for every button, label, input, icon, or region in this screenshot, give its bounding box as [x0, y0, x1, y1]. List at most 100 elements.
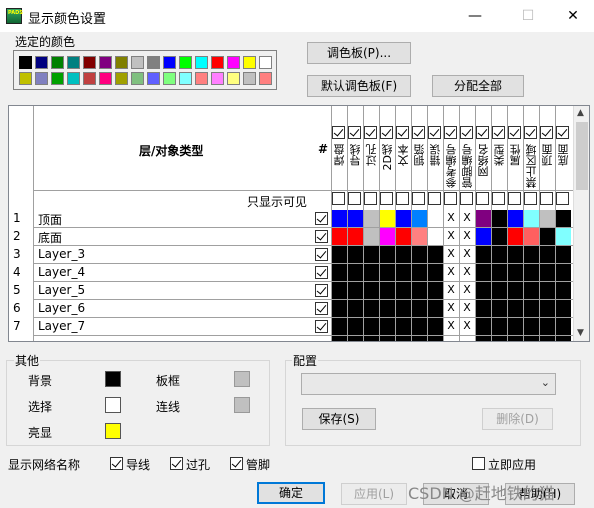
layer-color-cell[interactable]: [540, 264, 555, 281]
layer-color-cell[interactable]: [508, 300, 523, 317]
palette-swatch[interactable]: [115, 72, 128, 85]
layer-color-cell[interactable]: [396, 264, 411, 281]
layer-color-cell[interactable]: [364, 264, 379, 281]
layer-color-cell[interactable]: [332, 246, 347, 263]
layer-color-cell[interactable]: [332, 300, 347, 317]
layer-color-cell[interactable]: [524, 300, 539, 317]
layer-color-cell[interactable]: [380, 318, 395, 335]
layer-color-cell[interactable]: [380, 246, 395, 263]
palette-swatch[interactable]: [99, 56, 112, 69]
visible-only-checkbox[interactable]: [540, 192, 553, 205]
layer-color-cell[interactable]: [556, 264, 571, 281]
visible-only-checkbox[interactable]: [508, 192, 521, 205]
palette-swatch[interactable]: [83, 72, 96, 85]
layer-color-cell[interactable]: [364, 228, 379, 245]
layer-color-cell[interactable]: [332, 228, 347, 245]
layer-color-cell[interactable]: [508, 210, 523, 227]
visible-only-checkbox[interactable]: [412, 192, 425, 205]
visible-only-checkbox[interactable]: [332, 192, 345, 205]
layer-color-cell[interactable]: [556, 210, 571, 227]
palette-swatch[interactable]: [131, 56, 144, 69]
palette-swatch[interactable]: [179, 56, 192, 69]
layer-color-cell[interactable]: [492, 264, 507, 281]
close-button[interactable]: ✕: [550, 0, 594, 32]
layer-color-cell[interactable]: [348, 300, 363, 317]
layer-color-cell[interactable]: [540, 282, 555, 299]
layer-color-cell[interactable]: [396, 282, 411, 299]
visible-only-checkbox[interactable]: [348, 192, 361, 205]
layer-color-cell[interactable]: [556, 228, 571, 245]
layer-color-cell[interactable]: [476, 300, 491, 317]
layer-color-cell[interactable]: [540, 336, 555, 341]
layer-color-cell[interactable]: [348, 210, 363, 227]
layer-color-cell[interactable]: [380, 228, 395, 245]
layer-visible-checkbox[interactable]: [315, 230, 328, 243]
layer-color-cell[interactable]: [476, 210, 491, 227]
layer-color-cell[interactable]: [380, 336, 395, 341]
layer-color-cell[interactable]: [332, 210, 347, 227]
palette-swatch[interactable]: [163, 72, 176, 85]
column-visible-checkbox[interactable]: [332, 126, 345, 139]
default-palette-button[interactable]: 默认调色板(F): [307, 75, 411, 97]
column-visible-checkbox[interactable]: [396, 126, 409, 139]
layer-color-cell[interactable]: [508, 336, 523, 341]
layer-color-cell[interactable]: [540, 228, 555, 245]
layer-color-cell[interactable]: [540, 246, 555, 263]
layer-color-cell[interactable]: [348, 228, 363, 245]
layer-color-cell[interactable]: [364, 318, 379, 335]
visible-only-checkbox[interactable]: [556, 192, 569, 205]
title-bar[interactable]: PADS 显示颜色设置 — ☐ ✕: [0, 0, 594, 32]
layer-color-cell[interactable]: [428, 246, 443, 263]
layer-color-cell[interactable]: [412, 336, 427, 341]
visible-only-checkbox[interactable]: [364, 192, 377, 205]
layer-color-cell[interactable]: [556, 318, 571, 335]
layer-color-cell[interactable]: [396, 336, 411, 341]
palette-swatch[interactable]: [35, 56, 48, 69]
visible-only-checkbox[interactable]: [444, 192, 457, 205]
layer-color-cell[interactable]: [476, 336, 491, 341]
layer-color-cell[interactable]: [476, 228, 491, 245]
layer-color-cell[interactable]: [412, 246, 427, 263]
layer-color-cell[interactable]: [332, 336, 347, 341]
layer-color-cell[interactable]: [412, 228, 427, 245]
vertical-scrollbar[interactable]: ▲ ▼: [573, 106, 589, 341]
layer-visible-checkbox[interactable]: [315, 212, 328, 225]
layer-color-cell[interactable]: [508, 282, 523, 299]
palette-swatch[interactable]: [35, 72, 48, 85]
layer-visible-checkbox[interactable]: [315, 320, 328, 333]
palette-swatch[interactable]: [163, 56, 176, 69]
layer-color-cell[interactable]: [540, 318, 555, 335]
layer-name[interactable]: 底面: [38, 229, 62, 246]
column-visible-checkbox[interactable]: [524, 126, 537, 139]
board-outline-color-swatch[interactable]: [234, 371, 250, 387]
palette-swatch[interactable]: [259, 56, 272, 69]
layer-color-cell[interactable]: [380, 264, 395, 281]
palette-swatch[interactable]: [179, 72, 192, 85]
save-button[interactable]: 保存(S): [302, 408, 376, 430]
layer-color-cell[interactable]: [508, 264, 523, 281]
layer-color-cell[interactable]: [396, 210, 411, 227]
layer-color-cell[interactable]: [412, 300, 427, 317]
palette-swatch[interactable]: [19, 72, 32, 85]
layer-color-cell[interactable]: [348, 336, 363, 341]
visible-only-checkbox[interactable]: [380, 192, 393, 205]
palette-swatch[interactable]: [227, 72, 240, 85]
layer-name[interactable]: Layer_6: [38, 301, 85, 315]
layer-name[interactable]: Layer_5: [38, 283, 85, 297]
layer-color-cell[interactable]: [540, 210, 555, 227]
palette-swatch[interactable]: [211, 72, 224, 85]
layer-color-cell[interactable]: [364, 300, 379, 317]
layer-color-cell[interactable]: [364, 246, 379, 263]
ok-button[interactable]: 确定: [257, 482, 325, 504]
apply-now-checkbox[interactable]: [472, 457, 485, 470]
layer-color-cell[interactable]: [492, 246, 507, 263]
layer-color-cell[interactable]: [332, 282, 347, 299]
layer-color-cell[interactable]: [348, 282, 363, 299]
visible-only-checkbox[interactable]: [492, 192, 505, 205]
layer-color-cell[interactable]: [396, 318, 411, 335]
scroll-thumb[interactable]: [576, 122, 588, 190]
layer-color-cell[interactable]: [364, 210, 379, 227]
layer-color-cell[interactable]: [524, 282, 539, 299]
layer-color-cell[interactable]: [364, 336, 379, 341]
layer-color-cell[interactable]: [492, 336, 507, 341]
